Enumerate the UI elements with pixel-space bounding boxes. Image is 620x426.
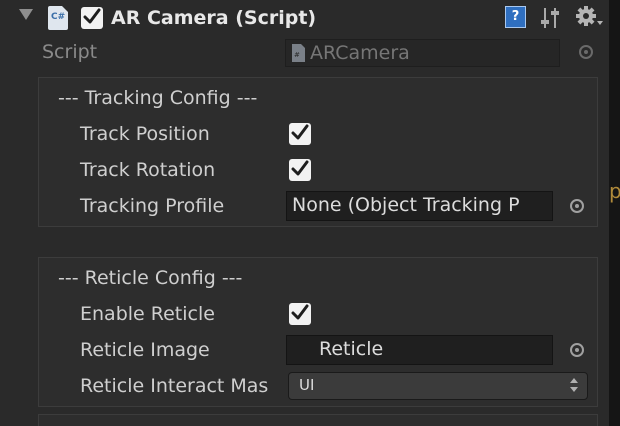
scene-background-strip: pe [609, 0, 620, 426]
checkmark-icon [83, 8, 101, 24]
preset-sliders-icon[interactable] [541, 6, 561, 30]
component-inspector: C# AR Camera (Script) ? Script # ARCamer… [0, 0, 609, 426]
reticle-interact-mask-dropdown[interactable]: UI [288, 372, 588, 400]
checkmark-icon [291, 124, 309, 140]
next-group-edge [38, 414, 598, 426]
tracking-profile-field[interactable]: None (Object Tracking P [286, 191, 553, 221]
checkmark-icon [291, 304, 309, 320]
reticle-image-field[interactable]: Reticle [286, 335, 553, 365]
tracking-config-title: --- Tracking Config --- [58, 87, 258, 109]
gear-icon[interactable] [576, 5, 604, 29]
component-header[interactable]: C# AR Camera (Script) ? [0, 0, 609, 36]
script-label: Script [42, 41, 98, 63]
reticle-image-picker-icon[interactable] [570, 343, 584, 357]
script-picker-icon [579, 45, 593, 59]
enable-reticle-checkbox[interactable] [289, 303, 311, 325]
reticle-interact-mask-label: Reticle Interact Mas [80, 375, 269, 397]
enable-reticle-label: Enable Reticle [80, 303, 215, 325]
component-enabled-checkbox[interactable] [81, 7, 103, 29]
script-file-icon: # [292, 44, 305, 62]
checkmark-icon [291, 160, 309, 176]
script-field-value: ARCamera [310, 42, 410, 64]
csharp-script-icon-label: C# [51, 12, 66, 22]
reticle-image-label: Reticle Image [80, 339, 210, 361]
track-position-checkbox[interactable] [289, 123, 311, 145]
tracking-profile-picker-icon[interactable] [570, 199, 584, 213]
tracking-profile-label: Tracking Profile [80, 195, 225, 217]
csharp-script-icon: C# [48, 6, 68, 30]
track-rotation-checkbox[interactable] [289, 159, 311, 181]
component-title: AR Camera (Script) [111, 7, 317, 29]
foldout-arrow-icon[interactable] [19, 9, 33, 20]
track-position-label: Track Position [80, 123, 210, 145]
background-text: pe [609, 179, 620, 203]
svg-text:#: # [294, 51, 300, 59]
script-field: # ARCamera [285, 39, 560, 67]
reticle-config-title: --- Reticle Config --- [58, 267, 243, 289]
reticle-interact-mask-value: UI [299, 376, 315, 394]
track-rotation-label: Track Rotation [80, 159, 216, 181]
help-icon[interactable]: ? [505, 6, 526, 28]
unity-inspector-window: pe C# AR Camera (Script) ? [0, 0, 620, 426]
dropdown-arrows-icon [570, 378, 578, 392]
